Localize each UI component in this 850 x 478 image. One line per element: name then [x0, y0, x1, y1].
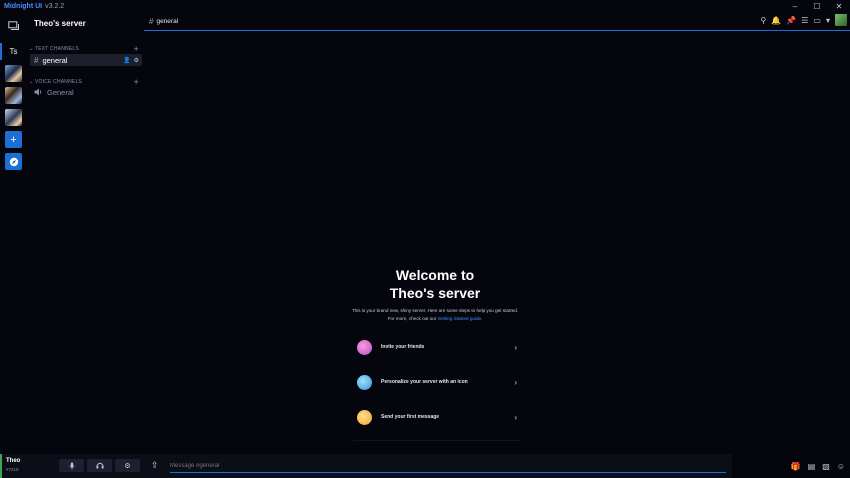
message-composer: ⇪	[144, 454, 732, 478]
gear-icon: ⚙	[124, 462, 131, 470]
app-version: v3.2.2	[45, 2, 65, 10]
welcome-desc-suffix: .	[481, 316, 483, 321]
channel-item-general[interactable]: # general 👤 ⚙	[30, 54, 142, 66]
explore-servers-button[interactable]	[5, 153, 22, 170]
close-button[interactable]: ✕	[828, 0, 850, 12]
server-abbrev: Ts	[9, 47, 18, 56]
selected-server-indicator	[0, 43, 2, 60]
channel-header: # general ⚲ 🔔 📌 ☰ ▭ ▾	[144, 12, 850, 31]
getting-started-link[interactable]: Getting Started guide	[438, 316, 481, 321]
server-rail: Ts +	[0, 12, 28, 478]
server-icon-2[interactable]	[5, 87, 22, 104]
maximize-button[interactable]: ☐	[806, 0, 828, 12]
paint-icon	[357, 374, 372, 390]
header-channel-name: general	[156, 17, 179, 25]
direct-messages-button[interactable]	[5, 18, 22, 35]
welcome-title-line1: Welcome to	[395, 267, 475, 283]
channel-name: General	[47, 87, 74, 97]
invite-user-icon[interactable]: 👤	[123, 57, 130, 64]
window-controls: – ☐ ✕	[784, 0, 850, 12]
microphone-icon	[69, 462, 74, 470]
gift-icon[interactable]: 🎁	[791, 462, 801, 471]
divider	[353, 440, 521, 441]
channel-sidebar: Theo's server ⌄ TEXT CHANNELS + # genera…	[28, 12, 144, 454]
emoji-icon[interactable]: ☺	[837, 462, 845, 471]
plus-icon: +	[10, 133, 17, 146]
category-label: VOICE CHANNELS	[34, 79, 82, 85]
add-server-button[interactable]: +	[5, 131, 22, 148]
server-name[interactable]: Theo's server	[34, 19, 86, 28]
mute-button[interactable]	[59, 459, 84, 472]
channel-name: general	[42, 55, 68, 65]
message-icon	[357, 409, 372, 425]
category-label: TEXT CHANNELS	[34, 46, 79, 52]
welcome-title: Welcome to Theo's server	[330, 266, 540, 302]
personalize-server-action[interactable]: Personalize your server with an icon ›	[353, 371, 521, 393]
gear-icon[interactable]: ⚙	[134, 57, 139, 64]
title-bar: Midnight UI v3.2.2 – ☐ ✕	[0, 0, 850, 12]
user-settings-button[interactable]: ⚙	[115, 459, 140, 472]
inbox-icon[interactable]: ▭	[813, 16, 821, 25]
welcome-desc-prefix: For more, check out our	[387, 316, 438, 321]
action-label: Send your first message	[381, 414, 440, 420]
member-list-icon[interactable]: ☰	[801, 16, 808, 25]
chevron-down-icon[interactable]: ▾	[826, 16, 830, 25]
add-text-channel-button[interactable]: +	[134, 44, 139, 54]
bell-icon[interactable]: 🔔	[771, 16, 781, 25]
hash-icon: #	[34, 55, 39, 65]
upload-icon[interactable]: ⇪	[151, 460, 159, 471]
chevron-right-icon: ›	[514, 342, 517, 352]
chat-bubble-icon	[7, 21, 19, 30]
welcome-section: Welcome to Theo's server This is your br…	[330, 266, 540, 323]
app-name: Midnight UI	[4, 2, 43, 10]
sticker-icon[interactable]: ▧	[822, 462, 830, 471]
chevron-right-icon: ›	[514, 377, 517, 387]
deafen-button[interactable]	[87, 459, 112, 472]
send-first-message-action[interactable]: Send your first message ›	[353, 406, 521, 428]
user-avatar[interactable]	[835, 14, 847, 26]
speaker-icon	[34, 88, 42, 96]
invite-icon	[357, 339, 372, 355]
server-icon-1[interactable]	[5, 65, 22, 82]
user-name[interactable]: Theo	[6, 458, 20, 464]
invite-friends-action[interactable]: Invite your friends ›	[353, 336, 521, 358]
compass-icon	[9, 157, 18, 166]
welcome-desc-line1: This is your brand new, shiny server. He…	[351, 308, 519, 313]
pin-icon[interactable]: 📌	[786, 16, 796, 25]
user-panel: Theo #7219 ⚙	[0, 454, 144, 478]
text-channels-category[interactable]: ⌄ TEXT CHANNELS +	[29, 44, 139, 54]
headphones-icon	[96, 462, 103, 469]
search-icon[interactable]: ⚲	[760, 16, 766, 25]
server-ts-button[interactable]: Ts	[5, 43, 22, 60]
channel-item-voice-general[interactable]: General	[30, 86, 142, 98]
welcome-title-line2: Theo's server	[389, 285, 481, 301]
message-input[interactable]	[170, 460, 726, 473]
minimize-button[interactable]: –	[784, 0, 806, 12]
welcome-description: This is your brand new, shiny server. He…	[330, 307, 540, 323]
action-label: Invite your friends	[381, 344, 425, 350]
composer-tools: 🎁 ▤ ▧ ☺	[732, 454, 850, 478]
user-tag: #7219	[6, 467, 19, 472]
server-icon-3[interactable]	[5, 109, 22, 126]
chevron-right-icon: ›	[514, 412, 517, 422]
gif-icon[interactable]: ▤	[808, 462, 816, 471]
hash-icon: #	[149, 16, 154, 26]
action-label: Personalize your server with an icon	[381, 379, 468, 385]
